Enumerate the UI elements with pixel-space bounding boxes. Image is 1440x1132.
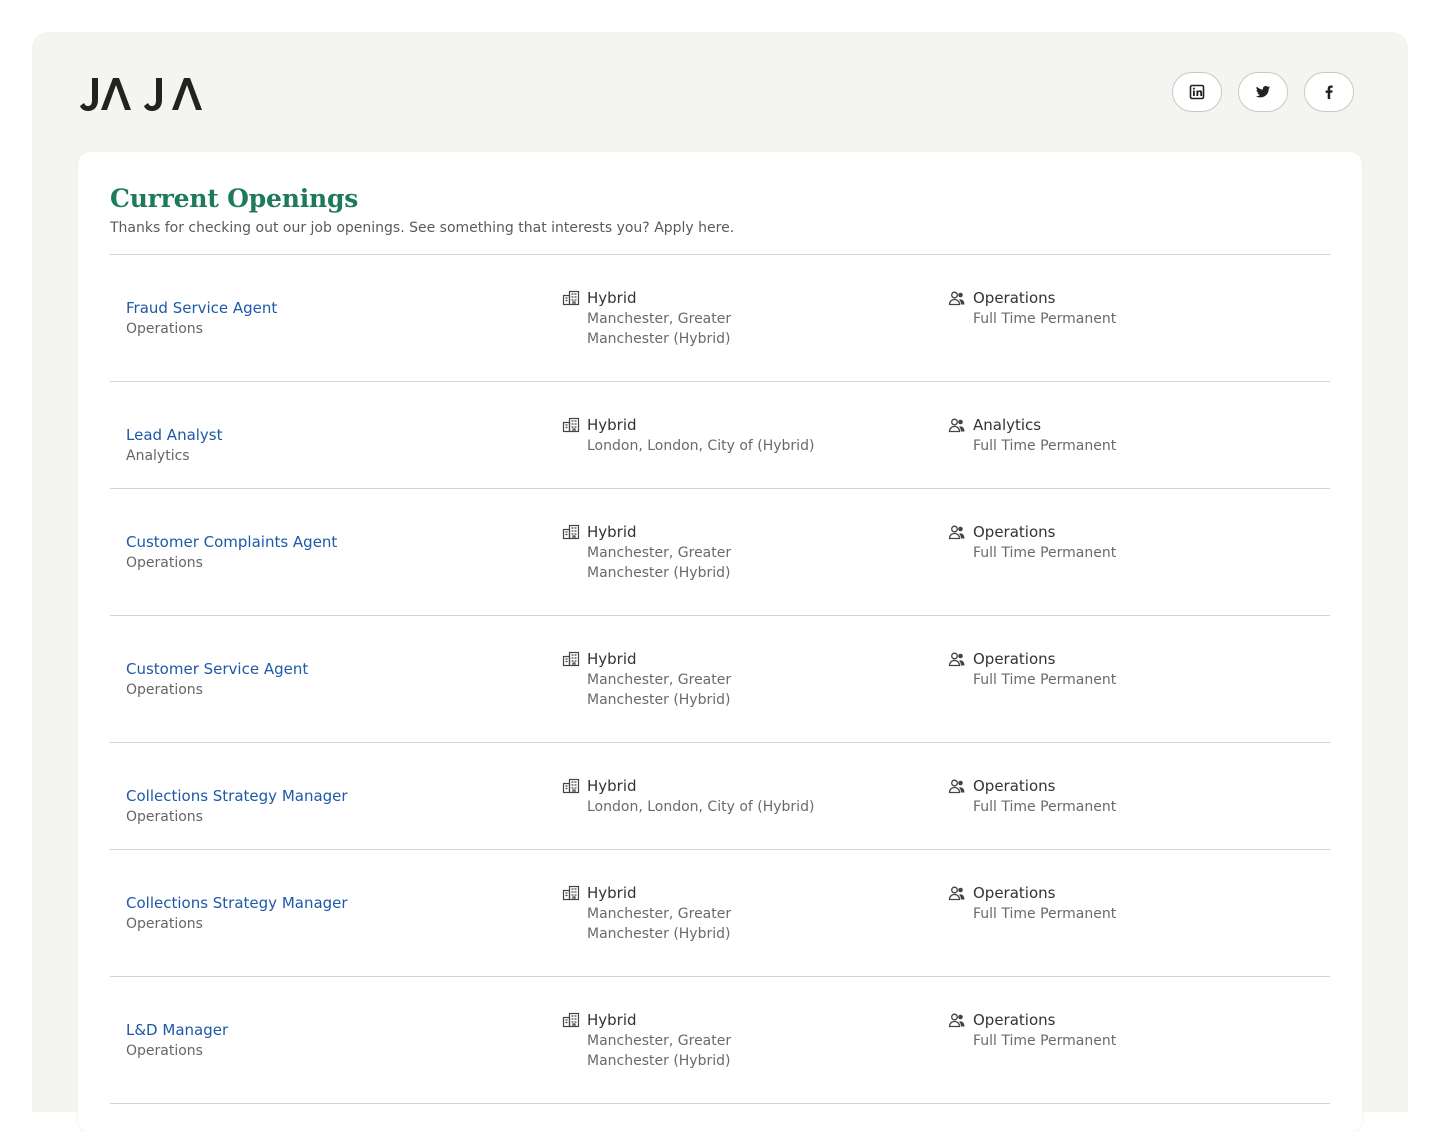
brand-logo[interactable] <box>80 74 212 114</box>
job-team: Operations Full Time Permanent <box>948 287 1116 329</box>
team-name: Operations <box>973 777 1056 795</box>
job-department: Operations <box>126 916 203 932</box>
workplace-type: Hybrid <box>587 884 637 902</box>
team-name: Operations <box>973 650 1056 668</box>
job-info: Customer Complaints Agent Operations <box>126 531 337 573</box>
location-text: Manchester, Greater Manchester (Hybrid) <box>587 545 732 581</box>
building-icon <box>562 650 580 668</box>
location-text: London, London, City of (Hybrid) <box>587 799 815 815</box>
job-row: Collections Strategy Manager Operations … <box>110 850 1330 977</box>
job-info: Lead Analyst Analytics <box>126 424 223 466</box>
building-icon <box>562 289 580 307</box>
team-icon <box>948 289 966 307</box>
facebook-icon <box>1325 85 1333 100</box>
employment-type: Full Time Permanent <box>973 906 1117 922</box>
page-shell: Current Openings Thanks for checking out… <box>32 32 1408 1132</box>
job-department: Operations <box>126 321 203 337</box>
workplace-type: Hybrid <box>587 416 637 434</box>
team-name: Analytics <box>973 416 1042 434</box>
location-text: London, London, City of (Hybrid) <box>587 438 815 454</box>
team-name: Operations <box>973 289 1056 307</box>
job-team: Operations Full Time Permanent <box>948 882 1116 924</box>
job-location: Hybrid Manchester, Greater Manchester (H… <box>562 1009 817 1071</box>
team-icon <box>948 1011 966 1029</box>
job-department: Operations <box>126 555 203 571</box>
job-location: Hybrid Manchester, Greater Manchester (H… <box>562 882 817 944</box>
team-icon <box>948 523 966 541</box>
team-icon <box>948 777 966 795</box>
building-icon <box>562 777 580 795</box>
job-row: Customer Complaints Agent Operations Hyb… <box>110 489 1330 616</box>
job-team: Operations Full Time Permanent <box>948 775 1116 817</box>
location-text: Manchester, Greater Manchester (Hybrid) <box>587 311 732 347</box>
workplace-type: Hybrid <box>587 1011 637 1029</box>
page-title: Current Openings <box>110 184 359 213</box>
team-name: Operations <box>973 1011 1056 1029</box>
workplace-type: Hybrid <box>587 289 637 307</box>
job-department: Operations <box>126 682 203 698</box>
linkedin-icon <box>1189 84 1205 100</box>
employment-type: Full Time Permanent <box>973 672 1117 688</box>
job-row: Collections Strategy Manager Operations … <box>110 743 1330 850</box>
employment-type: Full Time Permanent <box>973 311 1117 327</box>
twitter-icon <box>1255 86 1271 98</box>
team-name: Operations <box>973 523 1056 541</box>
job-title-link[interactable]: Fraud Service Agent <box>126 297 277 319</box>
team-name: Operations <box>973 884 1056 902</box>
location-text: Manchester, Greater Manchester (Hybrid) <box>587 672 732 708</box>
building-icon <box>562 523 580 541</box>
workplace-type: Hybrid <box>587 523 637 541</box>
employment-type: Full Time Permanent <box>973 438 1117 454</box>
job-team: Analytics Full Time Permanent <box>948 414 1116 456</box>
building-icon <box>562 416 580 434</box>
job-title-link[interactable]: Customer Service Agent <box>126 658 308 680</box>
job-row: L&D Manager Operations Hybrid Manchester… <box>110 977 1330 1104</box>
job-title-link[interactable]: Collections Strategy Manager <box>126 785 348 807</box>
workplace-type: Hybrid <box>587 777 637 795</box>
job-team: Operations Full Time Permanent <box>948 648 1116 690</box>
team-icon <box>948 884 966 902</box>
job-title-link[interactable]: Collections Strategy Manager <box>126 892 348 914</box>
team-icon <box>948 416 966 434</box>
job-row: Customer Service Agent Operations Hybrid… <box>110 616 1330 743</box>
job-department: Operations <box>126 1043 203 1059</box>
building-icon <box>562 1011 580 1029</box>
openings-card: Current Openings Thanks for checking out… <box>78 152 1362 1132</box>
job-location: Hybrid London, London, City of (Hybrid) <box>562 414 814 456</box>
job-info: Collections Strategy Manager Operations <box>126 785 348 827</box>
job-department: Operations <box>126 809 203 825</box>
page-subtitle: Thanks for checking out our job openings… <box>110 220 735 236</box>
job-team: Operations Full Time Permanent <box>948 1009 1116 1051</box>
logo-wordmark <box>80 78 202 111</box>
job-title-link[interactable]: L&D Manager <box>126 1019 228 1041</box>
job-location: Hybrid Manchester, Greater Manchester (H… <box>562 648 817 710</box>
linkedin-button[interactable] <box>1172 72 1222 112</box>
workplace-type: Hybrid <box>587 650 637 668</box>
job-title-link[interactable]: Lead Analyst <box>126 424 223 446</box>
facebook-button[interactable] <box>1304 72 1354 112</box>
employment-type: Full Time Permanent <box>973 1033 1117 1049</box>
job-row: Fraud Service Agent Operations Hybrid Ma… <box>110 255 1330 382</box>
employment-type: Full Time Permanent <box>973 799 1117 815</box>
team-icon <box>948 650 966 668</box>
job-info: Fraud Service Agent Operations <box>126 297 277 339</box>
job-team: Operations Full Time Permanent <box>948 521 1116 563</box>
job-location: Hybrid London, London, City of (Hybrid) <box>562 775 814 817</box>
job-row: Lead Analyst Analytics Hybrid London, Lo… <box>110 382 1330 489</box>
social-links <box>1172 72 1354 112</box>
employment-type: Full Time Permanent <box>973 545 1117 561</box>
job-location: Hybrid Manchester, Greater Manchester (H… <box>562 521 817 583</box>
job-title-link[interactable]: Customer Complaints Agent <box>126 531 337 553</box>
location-text: Manchester, Greater Manchester (Hybrid) <box>587 906 732 942</box>
location-text: Manchester, Greater Manchester (Hybrid) <box>587 1033 732 1069</box>
building-icon <box>562 884 580 902</box>
job-location: Hybrid Manchester, Greater Manchester (H… <box>562 287 817 349</box>
job-department: Analytics <box>126 448 190 464</box>
twitter-button[interactable] <box>1238 72 1288 112</box>
job-info: L&D Manager Operations <box>126 1019 228 1061</box>
job-info: Customer Service Agent Operations <box>126 658 308 700</box>
job-list: Fraud Service Agent Operations Hybrid Ma… <box>110 255 1330 1104</box>
job-info: Collections Strategy Manager Operations <box>126 892 348 934</box>
